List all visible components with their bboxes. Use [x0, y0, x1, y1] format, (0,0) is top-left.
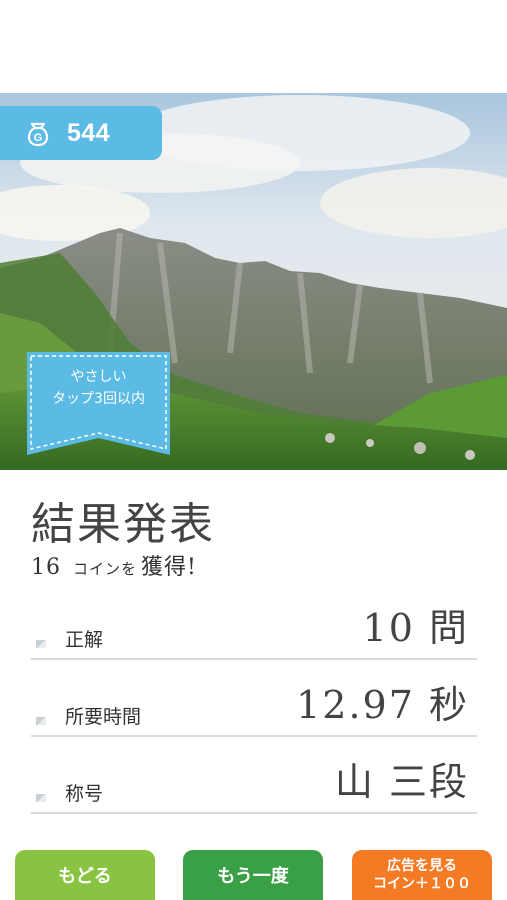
- back-button[interactable]: もどる: [15, 850, 155, 900]
- svg-text:G: G: [34, 132, 43, 144]
- result-title: 結果発表: [31, 499, 215, 550]
- stat-value: 12.97 秒: [296, 683, 469, 727]
- reward-unit: コインを: [73, 560, 138, 578]
- coin-counter-badge: G 544: [0, 106, 162, 160]
- ribbon-level: やさしい: [70, 369, 127, 385]
- watch-ad-button[interactable]: 広告を見る コイン＋１００: [352, 850, 492, 900]
- reward-suffix: 獲得!: [141, 555, 197, 580]
- ad-reward-label: コイン＋１００: [373, 876, 471, 892]
- stat-label: 所要時間: [65, 706, 142, 728]
- stat-row-correct: 正解 10 問: [31, 598, 477, 660]
- difficulty-ribbon: やさしい タップ3回以内: [27, 352, 170, 455]
- stat-row-time: 所要時間 12.97 秒: [31, 675, 477, 737]
- stat-label: 正解: [65, 629, 104, 651]
- reward-message: 16 コインを 獲得!: [31, 549, 197, 581]
- reward-number: 16: [31, 555, 61, 580]
- ribbon-condition: タップ3回以内: [52, 391, 145, 407]
- stat-label: 称号: [65, 783, 104, 805]
- coin-count: 544: [67, 118, 111, 147]
- retry-button[interactable]: もう一度: [183, 850, 323, 900]
- stat-value: 山 三段: [334, 760, 469, 804]
- stat-value: 10 問: [362, 606, 469, 650]
- coin-bag-icon: G: [27, 122, 49, 147]
- watch-ad-label: 広告を見る: [387, 858, 457, 874]
- bullet-icon: [36, 717, 46, 725]
- bullet-icon: [36, 794, 46, 802]
- bullet-icon: [36, 640, 46, 648]
- stat-row-rank: 称号 山 三段: [31, 752, 477, 814]
